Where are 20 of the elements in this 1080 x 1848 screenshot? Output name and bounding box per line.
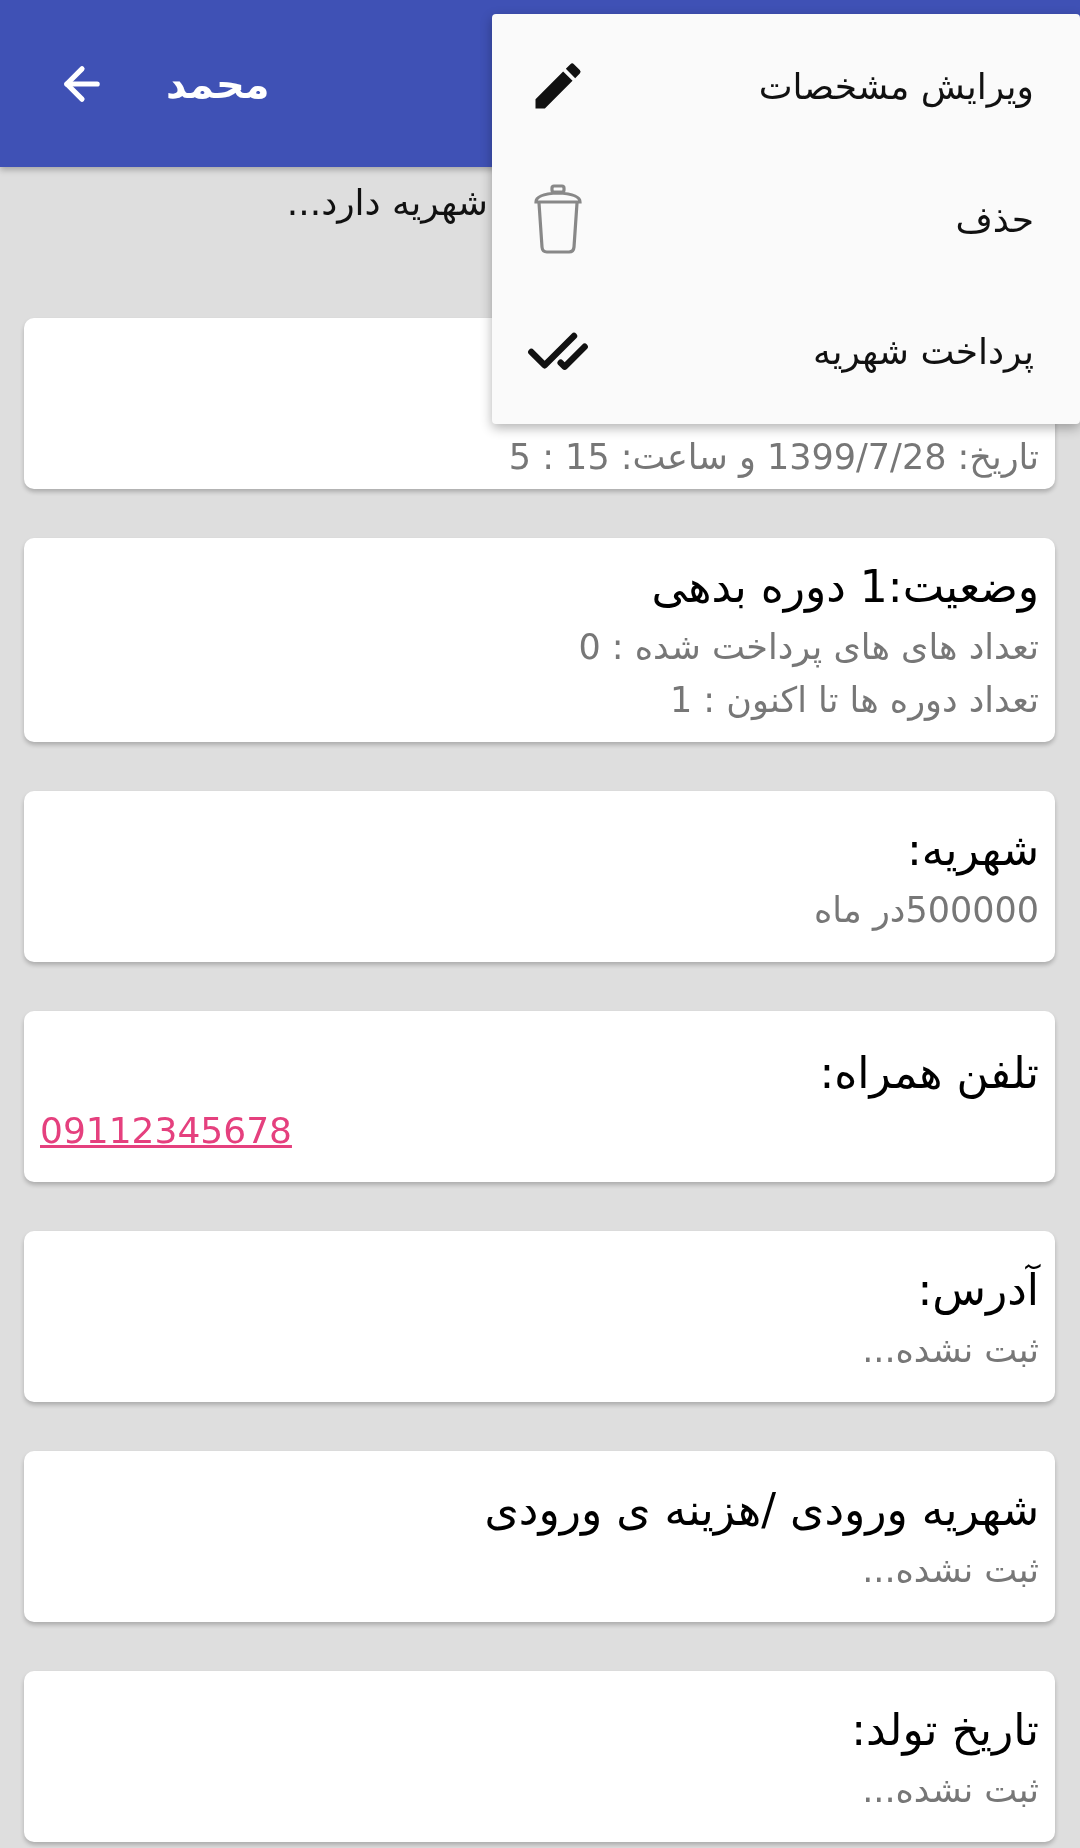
card-title: تلفن همراه: <box>818 1046 1039 1101</box>
card-title: وضعیت:1 دوره بدهی <box>650 560 1039 615</box>
card-detail: ثبت نشده... <box>861 1548 1039 1592</box>
card-detail: ثبت نشده... <box>861 1768 1039 1812</box>
card-detail: ثبت نشده... <box>861 1328 1039 1372</box>
card-title: شهریه ورودی /هزینه ی ورودی <box>483 1483 1039 1538</box>
menu-item[interactable]: حذف <box>492 152 1080 286</box>
page-title: محمد <box>166 60 270 107</box>
notice-text: شهریه دارد... <box>286 181 488 223</box>
card-title: تاریخ تولد: <box>850 1703 1039 1758</box>
card-detail: تاریخ: 1399/7/28 و ساعت: 15 : 5 <box>507 435 1039 480</box>
phone-link[interactable]: 09112345678 <box>40 1109 292 1151</box>
card-detail: 500000در ماه <box>813 888 1039 933</box>
menu-item[interactable]: پرداخت شهریه <box>492 285 1080 418</box>
trash-icon <box>532 183 584 255</box>
card-detail: تعداد های های پرداخت شده : 0 <box>577 625 1039 670</box>
card-detail: تعداد دوره ها تا اکنون : 1 <box>668 678 1039 723</box>
card-title: شهریه: <box>905 823 1039 878</box>
menu-item[interactable]: ویرایش مشخصات <box>492 20 1080 153</box>
card-title: آدرس: <box>916 1263 1039 1318</box>
